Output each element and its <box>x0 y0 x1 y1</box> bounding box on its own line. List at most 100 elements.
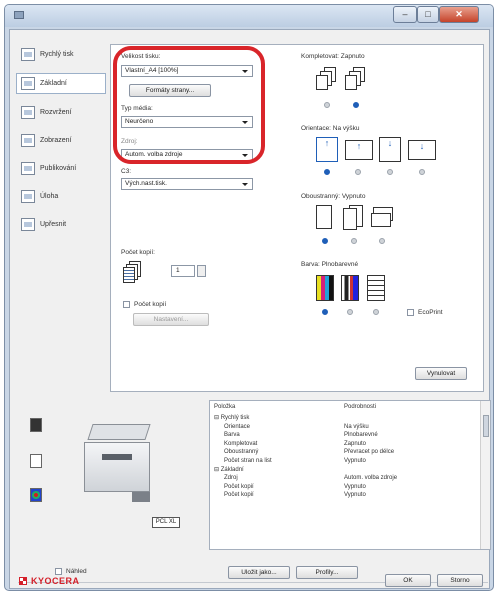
nav-item-quick-print[interactable]: Rychlý tisk <box>16 44 106 65</box>
nav-item-label: Rozvržení <box>40 109 72 116</box>
black-mix-radio[interactable] <box>347 309 353 315</box>
summary-row[interactable]: Zdroj Autom. volba zdroje <box>210 474 480 482</box>
brand-logo: KYOCERA <box>31 576 80 586</box>
nav-item-job[interactable]: Úloha <box>16 186 106 207</box>
summary-row-item: Oboustranný <box>224 449 259 456</box>
cancel-button[interactable]: Storno <box>437 574 483 587</box>
summary-row-value: Převracet po délce <box>344 449 395 456</box>
duplex-short-edge-icon[interactable] <box>371 207 395 229</box>
page-view-icon[interactable] <box>30 454 42 468</box>
summary-row-value: Vypnuto <box>344 492 366 499</box>
duplex-long-edge-radio[interactable] <box>351 238 357 244</box>
landscape-rotated-radio[interactable] <box>419 169 425 175</box>
printer-app-icon <box>14 11 24 19</box>
basic-settings-panel: Velikost tisku: Vlastní_A4 [100%] Formát… <box>110 44 484 392</box>
portrait-rotated-icon[interactable]: ↓ <box>379 137 401 162</box>
summary-row-item: Počet kopií <box>224 483 254 490</box>
save-as-button[interactable]: Uložit jako... <box>228 566 290 579</box>
collate-label: Kompletovat: Zapnuto <box>301 53 365 60</box>
nav-item-publishing[interactable]: Publikování <box>16 158 106 179</box>
pcl-badge: PCL XL <box>152 517 180 528</box>
orientation-label: Orientace: Na výšku <box>301 125 360 132</box>
summary-row[interactable]: ⊟ Rychlý tisk <box>210 414 480 422</box>
minimize-button[interactable]: – <box>393 6 417 23</box>
highlight-annotation <box>113 46 265 164</box>
portrait-radio[interactable] <box>324 169 330 175</box>
summary-row[interactable]: ⊟ Základní <box>210 466 480 474</box>
duplex-label: Oboustranný: Vypnuto <box>301 193 366 200</box>
copy-count-checkbox[interactable] <box>123 301 130 308</box>
nav-item-layout[interactable]: Rozvržení <box>16 102 106 123</box>
landscape-icon[interactable]: ↑ <box>345 140 373 160</box>
kyocera-logo-icon <box>19 577 27 585</box>
summary-row[interactable]: Barva Plnobarevné <box>210 431 480 439</box>
printer-view-icon[interactable] <box>30 418 42 432</box>
duplex-off-icon[interactable] <box>316 205 332 229</box>
duplex-long-edge-icon[interactable] <box>343 205 365 231</box>
monochrome-radio[interactable] <box>373 309 379 315</box>
summary-row-value: Vypnuto <box>344 483 366 490</box>
color-label: Barva: Plnobarevné <box>301 261 359 268</box>
portrait-icon[interactable]: ↑ <box>316 137 338 162</box>
full-color-icon[interactable] <box>316 275 334 301</box>
summary-row[interactable]: Orientace Na výšku <box>210 423 480 431</box>
preview-checkbox[interactable] <box>55 568 62 575</box>
color-view-icon[interactable] <box>30 488 42 502</box>
copies-spinner[interactable] <box>197 265 206 277</box>
close-button[interactable]: ✕ <box>439 6 479 23</box>
collate-off-radio[interactable] <box>324 102 330 108</box>
monochrome-icon[interactable] <box>367 275 385 301</box>
destination-select[interactable]: Vých.nast.tisk. <box>121 178 253 190</box>
nav-item-basic[interactable]: Základní <box>16 73 106 94</box>
settings-summary-list: Položka Podrobnosti ⊟ Rychlý tisk Orienta… <box>209 400 491 550</box>
summary-row-value: Na výšku <box>344 423 369 430</box>
quick-print-icon <box>21 48 35 61</box>
summary-row[interactable]: Kompletovat Zapnuto <box>210 440 480 448</box>
black-mix-icon[interactable] <box>341 275 359 301</box>
reset-button[interactable]: Vynulovat <box>415 367 467 380</box>
summary-row-value: Plnobarevné <box>344 432 378 439</box>
summary-row[interactable]: Počet stran na list Vypnuto <box>210 457 480 465</box>
summary-row[interactable]: Oboustranný Převracet po délce <box>210 448 480 456</box>
printer-preferences-window: – □ ✕ Rychlý tisk Základní Rozvržení Zob… <box>4 4 494 591</box>
collate-on-icon[interactable] <box>345 67 367 91</box>
summary-row-item: Orientace <box>224 423 251 430</box>
ecoprint-checkbox[interactable] <box>407 309 414 316</box>
summary-scrollbar[interactable] <box>480 401 490 549</box>
printer-image <box>72 412 178 512</box>
collate-on-radio[interactable] <box>353 102 359 108</box>
summary-row-value: Zapnuto <box>344 440 367 447</box>
summary-row-item: ⊟ Rychlý tisk <box>214 415 250 421</box>
layout-icon <box>21 106 35 119</box>
landscape-rotated-icon[interactable]: ↓ <box>408 140 436 160</box>
summary-row-item: Zdroj <box>224 475 238 482</box>
summary-row-value: Vypnuto <box>344 458 366 464</box>
title-bar: – □ ✕ <box>5 5 493 27</box>
copies-input[interactable]: 1 <box>171 265 195 277</box>
view-mode-icons <box>30 418 46 538</box>
full-color-radio[interactable] <box>322 309 328 315</box>
collate-off-icon[interactable] <box>316 67 338 91</box>
summary-row[interactable]: Počet kopií Vypnuto <box>210 483 480 491</box>
basic-icon <box>21 77 35 90</box>
landscape-radio[interactable] <box>355 169 361 175</box>
ecoprint-label: EcoPrint <box>418 309 443 316</box>
summary-row-item: Počet kopií <box>224 492 254 499</box>
duplex-short-edge-radio[interactable] <box>379 238 385 244</box>
summary-col-details: Podrobnosti <box>344 404 377 410</box>
publishing-icon <box>21 162 35 175</box>
nav-item-advanced[interactable]: Upřesnit <box>16 214 106 235</box>
dialog-client-area: Rychlý tisk Základní Rozvržení Zobrazení… <box>9 29 491 589</box>
portrait-rotated-radio[interactable] <box>387 169 393 175</box>
duplex-off-radio[interactable] <box>322 238 328 244</box>
maximize-button[interactable]: □ <box>417 6 439 23</box>
summary-row[interactable]: Počet kopií Vypnuto <box>210 491 480 499</box>
nav-item-imaging[interactable]: Zobrazení <box>16 130 106 151</box>
settings-button[interactable]: Nastavení... <box>133 313 209 326</box>
ok-button[interactable]: OK <box>385 574 431 587</box>
profiles-button[interactable]: Profily... <box>296 566 358 579</box>
summary-row-item: Počet stran na list <box>224 458 272 464</box>
advanced-icon <box>21 218 35 231</box>
nav-item-label: Zobrazení <box>40 137 72 144</box>
summary-col-item: Položka <box>214 404 236 410</box>
